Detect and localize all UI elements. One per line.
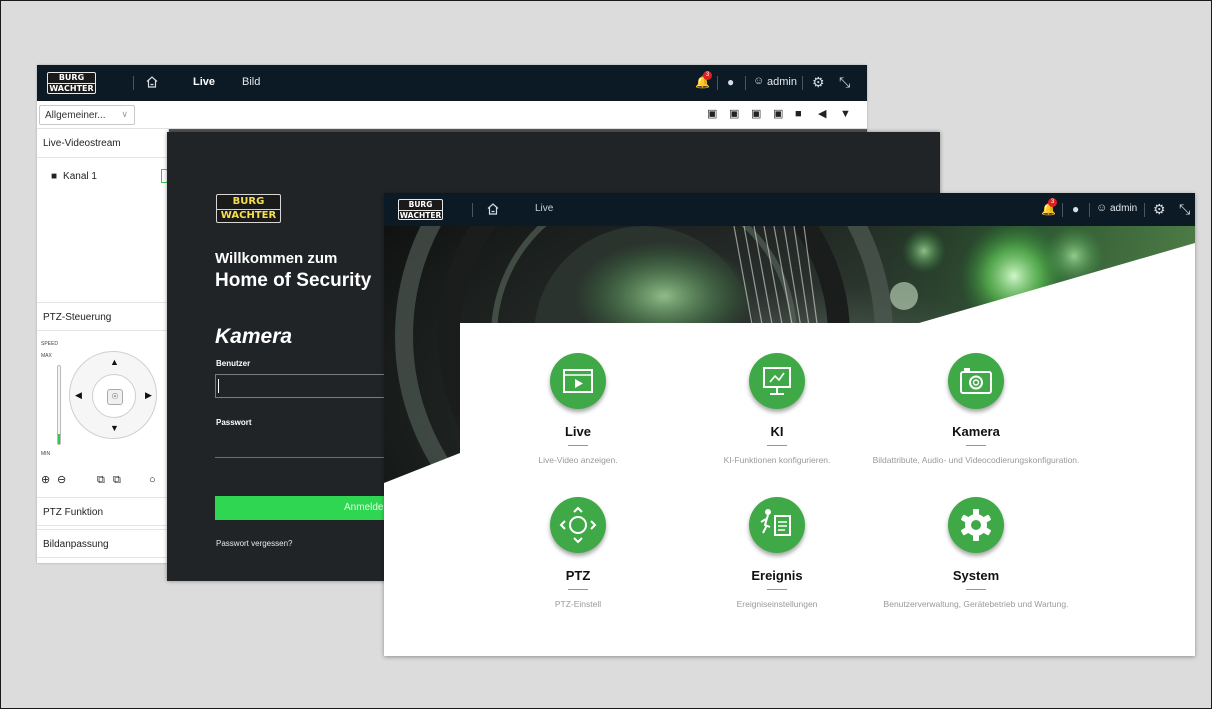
divider [802,76,803,90]
globe-icon[interactable]: ● [727,76,734,88]
tile-description: Bildattribute, Audio- und Videocodierung… [872,455,1080,465]
microphone-icon[interactable]: ▼ [840,109,851,120]
tile-description: Benutzerverwaltung, Gerätebetrieb und Wa… [883,599,1069,609]
tile-description: Ereigniseinstellungen [736,599,818,609]
event-icon [749,497,805,553]
iris-icon[interactable]: ○ [149,475,156,486]
camera-icon [948,353,1004,409]
arrow-down-icon[interactable]: ▼ [110,424,119,433]
panel-header-ptz-function[interactable]: PTZ Funktion [37,497,169,526]
video-icon[interactable]: ■ [795,109,802,120]
welcome-line-1: Willkommen zum [215,250,338,267]
home-window: BURG WACHTER Live 🔔 3 ● ☺ admin ⚙ ⤡ Live… [384,193,1195,656]
home-icon[interactable] [145,75,159,91]
password-label: Passwort [216,418,252,427]
zoom-out-icon[interactable]: ⊖ [57,475,66,486]
nav-live[interactable]: Live [193,77,215,88]
collage-frame: BURG WACHTER Live Bild 🔔 3 ● ☺ admin ⚙ ⤡… [0,0,1212,709]
tile-ptz[interactable]: PTZ PTZ-Einstell [473,497,683,610]
user-name[interactable]: admin [767,77,797,88]
channel-item[interactable]: ■ Kanal 1 [51,171,97,182]
channel-label: Kanal 1 [63,171,97,182]
tile-title: Live [564,424,591,439]
live-topbar: BURG WACHTER Live Bild 🔔 3 ● ☺ admin ⚙ ⤡ [37,65,867,101]
divider [717,76,718,90]
tile-description: PTZ-Einstell [554,599,602,609]
arrow-right-icon[interactable]: ▶ [145,391,152,400]
tile-underline [568,445,588,446]
speed-max-label: MAX [41,353,52,359]
nav-bild[interactable]: Bild [242,77,260,88]
record-icon[interactable]: ▣ [729,109,739,120]
tile-title: PTZ [565,568,591,583]
welcome-line-2: Home of Security [215,270,372,291]
ptz-inner-ring: ☉ [92,374,136,418]
ai-config-icon [749,353,805,409]
tile-live[interactable]: Live Live-Video anzeigen. [473,353,683,466]
tile-underline [966,589,986,590]
snapshot-icon[interactable]: ▣ [751,109,761,120]
tile-title: Ereignis [751,568,803,583]
tile-description: KI-Funktionen konfigurieren. [723,455,831,465]
tile-title: KI [770,424,784,439]
login-button[interactable]: Anmelden [215,496,385,520]
zoom-in-icon[interactable]: ⊕ [41,475,50,486]
password-field[interactable] [215,434,385,458]
ptz-center-icon[interactable]: ☉ [107,389,123,405]
product-title: Kamera [215,325,293,348]
focus-far-icon[interactable]: ⧉ [113,475,121,486]
speed-label: SPEED [41,341,58,347]
divider [133,76,134,90]
divider [745,76,746,90]
stream-selector-value: Allgemeiner... [45,110,106,121]
burg-wachter-logo: BURG WACHTER [47,72,96,94]
live-toolbar: Allgemeiner... ∨ ▣ ▣ ▣ ▣ ■ ◀ ▼ [37,101,867,129]
arrow-up-icon[interactable]: ▲ [110,358,119,367]
arrow-left-icon[interactable]: ◀ [75,391,82,400]
tile-underline [767,589,787,590]
speed-slider-fill [58,434,60,444]
login-button-label: Anmelden [343,502,385,513]
fullscreen-icon[interactable]: ⤡ [839,75,850,89]
notification-badge: 3 [703,71,712,80]
tile-underline [568,589,588,590]
camera-small-icon: ■ [51,171,58,182]
user-label: Benutzer [216,359,251,368]
user-icon: ☺ [753,75,765,87]
tile-title: Kamera [952,424,1000,439]
gear-icon[interactable]: ⚙ [812,75,825,89]
tile-title: System [952,568,1000,583]
focus-near-icon[interactable]: ⧉ [97,475,105,486]
burg-wachter-logo: BURG WACHTER [216,194,281,223]
capture-icon[interactable]: ▣ [707,109,717,120]
panel-header-image-adjust[interactable]: Bildanpassung [37,529,169,558]
tile-kamera[interactable]: Kamera Bildattribute, Audio- und Videoco… [871,353,1081,466]
tile-underline [966,445,986,446]
tile-ereignis[interactable]: Ereignis Ereigniseinstellungen [672,497,882,610]
panel-header-ptz-control[interactable]: PTZ-Steuerung [37,302,169,331]
text-caret [218,379,219,393]
stream-selector[interactable]: Allgemeiner... ∨ [39,105,135,125]
ptz-control-icon [550,497,606,553]
speed-slider[interactable] [57,365,61,445]
tile-system[interactable]: System Benutzerverwaltung, Gerätebetrieb… [871,497,1081,610]
live-monitor-icon [550,353,606,409]
tile-description: Live-Video anzeigen. [538,455,618,465]
chevron-down-icon: ∨ [121,109,128,119]
speaker-icon[interactable]: ◀ [818,109,826,120]
tile-ki[interactable]: KI KI-Funktionen konfigurieren. [672,353,882,466]
ptz-joystick[interactable]: ▲ ▼ ◀ ▶ ☉ [69,351,157,439]
panel-header-live-stream[interactable]: Live-Videostream [37,129,169,158]
username-field[interactable] [215,374,385,398]
speed-min-label: MIN [41,451,51,457]
local-record-icon[interactable]: ▣ [773,109,783,120]
forgot-password-link[interactable]: Passwort vergessen? [216,539,292,548]
gear-icon [948,497,1004,553]
tile-underline [767,445,787,446]
